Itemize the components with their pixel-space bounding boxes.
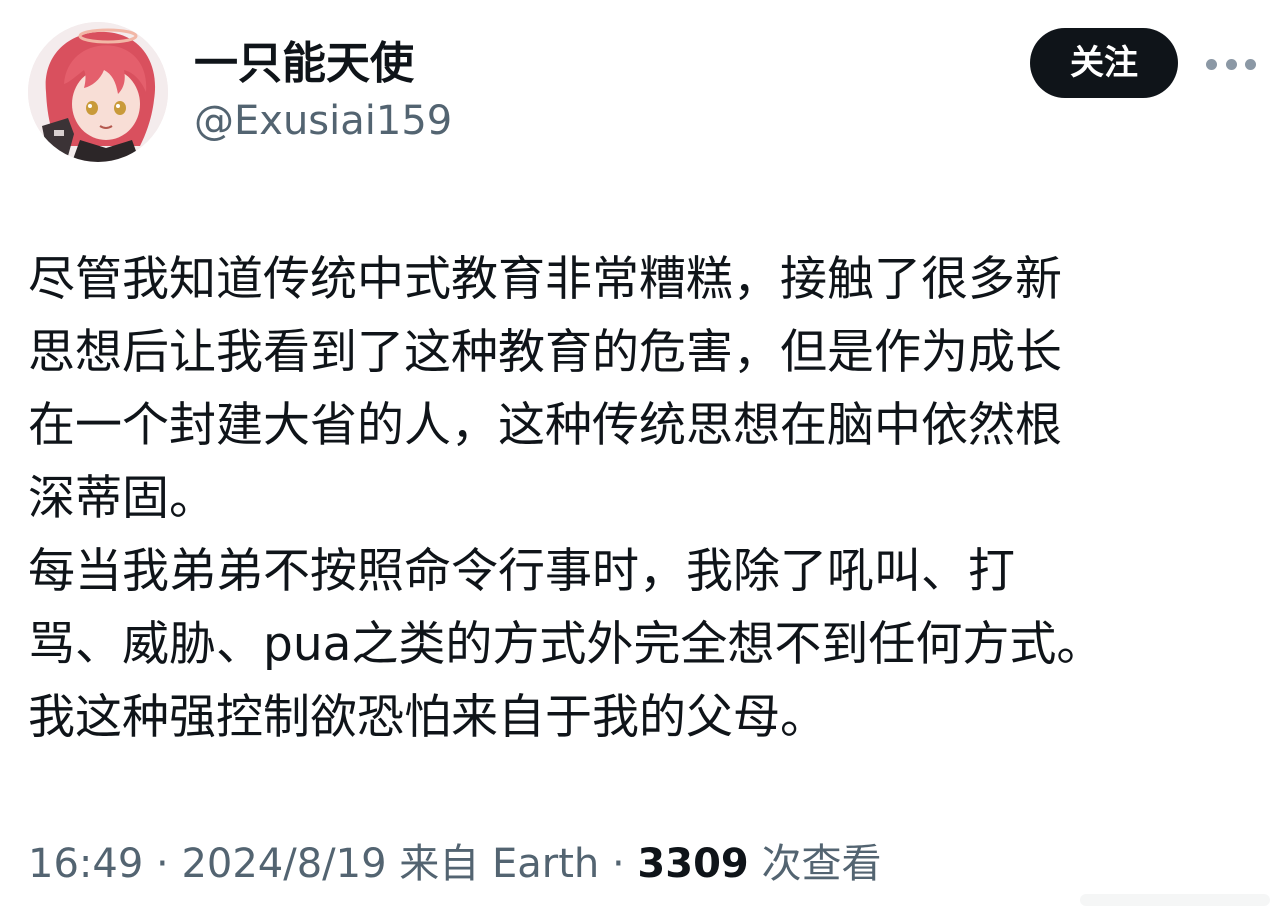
tweet-line: 在一个封建大省的人，这种传统思想在脑中依然根 — [28, 398, 1062, 453]
more-dot — [1245, 58, 1256, 70]
author-display-name[interactable]: 一只能天使 — [194, 36, 414, 92]
meta-separator: · — [156, 841, 169, 887]
views-count: 3309 — [637, 841, 749, 887]
more-dot — [1206, 58, 1217, 70]
more-dot — [1225, 58, 1237, 70]
meta-separator: · — [611, 841, 625, 887]
anime-avatar-icon[interactable] — [28, 22, 168, 162]
avatar-image — [28, 22, 168, 162]
tweet-text: 尽管我知道传统中式教育非常糟糕，接触了很多新 思想后让我看到了这种教育的危害，但… — [28, 243, 1264, 754]
tweet-line: 思想后让我看到了这种教育的危害，但是作为成长 — [28, 325, 1062, 380]
tweet-time[interactable]: 16:49 — [28, 841, 143, 887]
tweet-meta: 16:49 · 2024/8/19 来自 Earth · 3309 次查看 — [28, 836, 881, 892]
tweet-line: 我这种强控制欲恐怕来自于我的父母。 — [28, 690, 827, 745]
tweet-header: 一只能天使 @Exusiai159 关注 — [28, 22, 1264, 164]
tweet-line: 深蒂固。 — [28, 471, 216, 526]
views-label: 次查看 — [761, 841, 882, 887]
tweet-line: 骂、威胁、pua之类的方式外完全想不到任何方式。 — [28, 617, 1104, 672]
watermark-icon — [1080, 894, 1270, 906]
tweet-source: 来自 Earth — [399, 841, 600, 887]
follow-button[interactable]: 关注 — [1030, 28, 1178, 98]
tweet-date[interactable]: 2024/8/19 — [181, 841, 386, 887]
author-handle[interactable]: @Exusiai159 — [194, 96, 452, 146]
tweet-line: 尽管我知道传统中式教育非常糟糕，接触了很多新 — [28, 252, 1062, 307]
tweet-line: 每当我弟弟不按照命令行事时，我除了吼叫、打 — [28, 544, 1015, 599]
more-horizontal-icon[interactable] — [1206, 44, 1256, 84]
